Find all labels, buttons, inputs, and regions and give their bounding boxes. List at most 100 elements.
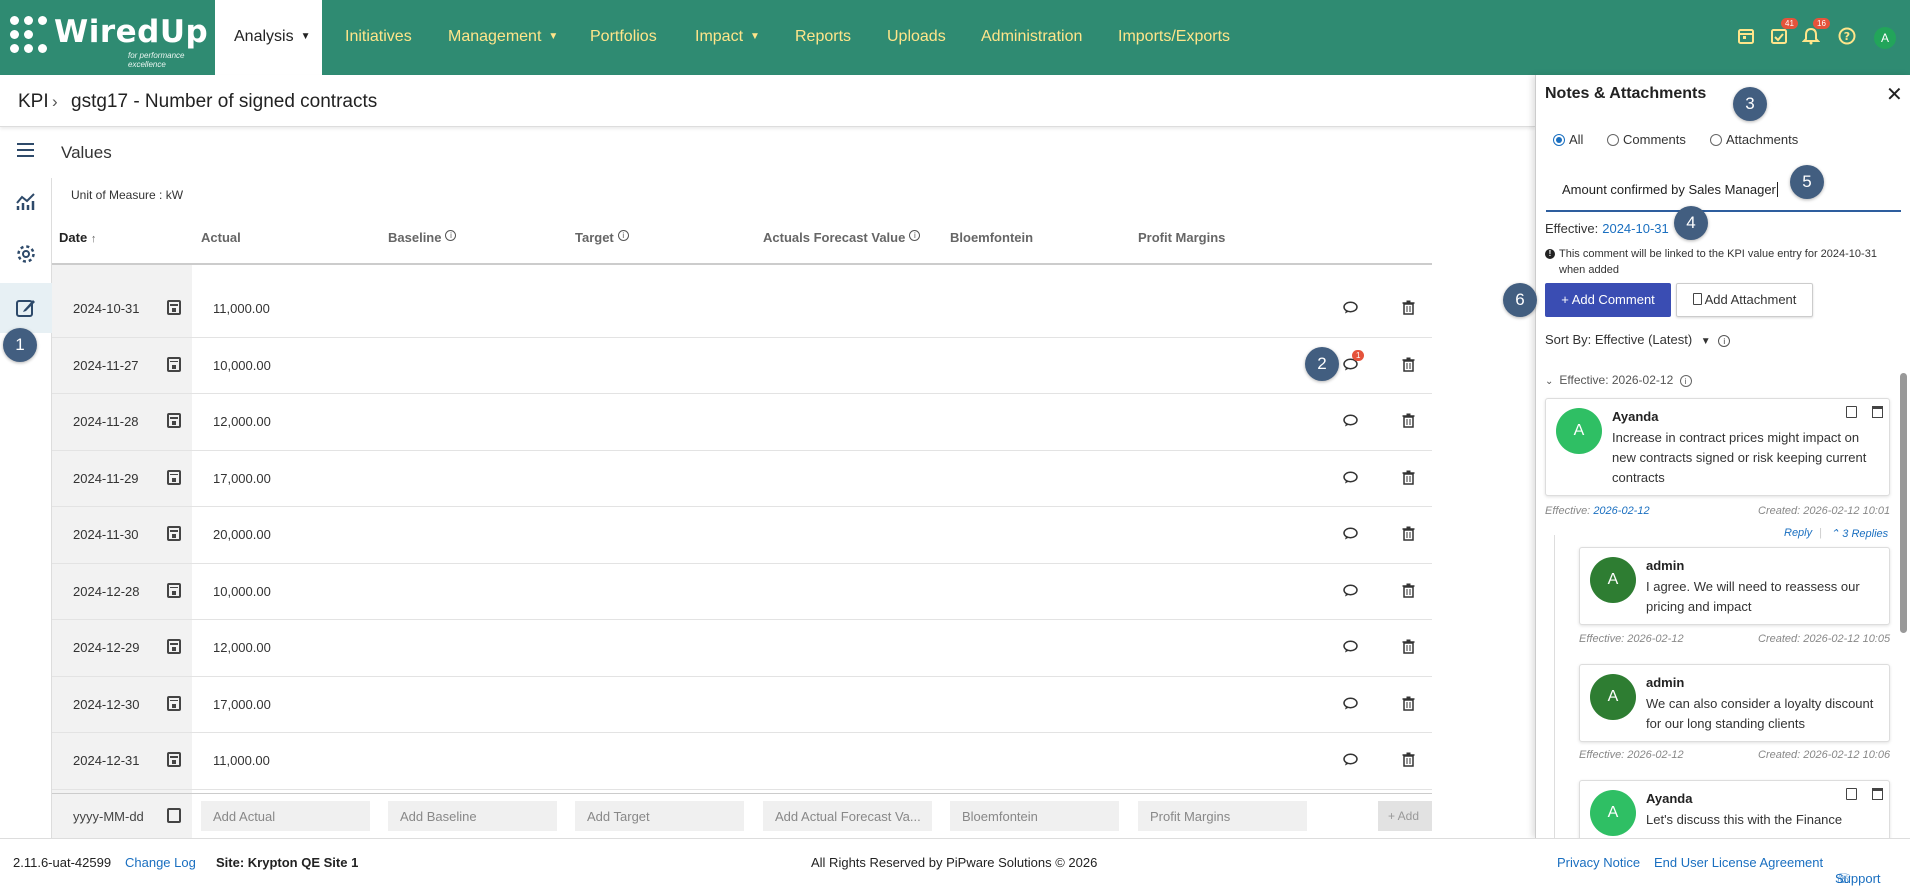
user-avatar[interactable]: A [1874,27,1896,49]
calendar-icon[interactable] [167,413,181,428]
bell-icon[interactable]: 16 [1801,18,1830,47]
info-icon[interactable]: i [1718,335,1731,347]
nav-tab-administration[interactable]: Administration [981,0,1082,75]
calendar-icon[interactable] [167,808,181,823]
row-actual[interactable]: 11,000.00 [213,753,270,768]
hamburger-menu-icon[interactable] [17,143,34,157]
trash-icon[interactable] [1402,639,1415,654]
nav-tab-imports-exports[interactable]: Imports/Exports [1118,0,1230,75]
comment-icon[interactable] [1343,527,1358,540]
comment-icon[interactable] [1343,414,1358,427]
calendar-icon[interactable] [167,469,181,485]
info-icon[interactable]: i [445,230,457,241]
chart-icon[interactable] [14,189,38,213]
row-actual[interactable]: 12,000.00 [213,640,271,655]
gear-icon[interactable] [14,242,38,266]
calendar-icon[interactable] [167,695,181,711]
effective-date-link[interactable]: 2024-10-31 [1602,221,1669,236]
nav-tab-initiatives[interactable]: Initiatives [345,0,412,75]
task-check-icon[interactable]: 41 [1770,18,1798,47]
trash-icon[interactable] [1402,752,1415,767]
row-actual[interactable]: 12,000.00 [213,414,271,429]
row-date[interactable]: 2024-11-30 [73,527,139,542]
reply-link[interactable]: Reply [1784,527,1812,539]
breadcrumb-kpi[interactable]: KPI [18,91,49,113]
changelog-link[interactable]: Change Log [125,855,196,870]
panel-scrollbar[interactable] [1900,373,1907,633]
nav-tab-reports[interactable]: Reports [795,0,851,75]
row-date[interactable]: 2024-11-28 [73,414,139,429]
header-date[interactable]: Date ↑ [59,230,96,245]
trash-icon[interactable] [1402,470,1415,485]
calendar-icon[interactable] [167,582,181,598]
calendar-icon[interactable] [167,356,181,372]
row-actual[interactable]: 10,000.00 [213,358,271,373]
close-icon[interactable]: ✕ [1886,82,1903,107]
row-actual[interactable]: 17,000.00 [213,697,271,712]
nav-tab-management[interactable]: Management ▼ [448,0,558,75]
filter-all-radio[interactable]: All [1553,132,1583,147]
comment-input[interactable]: Amount confirmed by Sales Manager [1546,167,1901,212]
nav-tab-impact[interactable]: Impact ▼ [695,0,760,75]
info-icon[interactable]: i [909,230,921,241]
bloemfontein-input[interactable]: Bloemfontein [950,801,1119,831]
add-attachment-button[interactable]: Add Attachment [1676,283,1813,317]
trash-icon[interactable] [1402,357,1415,372]
edit-icon[interactable] [14,296,38,320]
trash-icon[interactable] [1402,696,1415,711]
row-date[interactable]: 2024-11-29 [73,471,139,486]
calendar-icon[interactable] [167,752,181,767]
filter-comments-radio[interactable]: Comments [1607,132,1686,147]
row-date[interactable]: 2024-12-29 [73,640,140,655]
sort-dropdown[interactable]: Sort By: Effective (Latest) ▼ i [1545,332,1731,347]
calendar-icon[interactable] [1846,406,1857,418]
trash-icon[interactable] [1402,300,1415,315]
comment-icon[interactable] [1343,640,1358,653]
replies-toggle[interactable]: ⌃ 3 Replies [1830,527,1888,540]
comment-icon[interactable] [1343,584,1358,597]
calendar-icon[interactable] [167,639,181,654]
comment-icon[interactable] [1343,471,1358,484]
row-date[interactable]: 2024-10-31 [73,301,140,316]
comment-icon[interactable] [1343,697,1358,710]
new-date-input[interactable]: yyyy-MM-dd [73,809,144,824]
privacy-link[interactable]: Privacy Notice [1557,855,1640,870]
info-icon[interactable]: i [617,230,629,241]
row-date[interactable]: 2024-12-28 [73,584,140,599]
add-actual-input[interactable]: Add Actual [201,801,370,831]
trash-icon[interactable] [1872,788,1883,800]
trash-icon[interactable] [1402,583,1415,598]
trash-icon[interactable] [1402,526,1415,541]
nav-tab-portfolios[interactable]: Portfolios [590,0,657,75]
row-actual[interactable]: 11,000.00 [213,301,270,316]
row-actual[interactable]: 17,000.00 [213,471,271,486]
row-date[interactable]: 2024-12-30 [73,697,140,712]
eula-link[interactable]: End User License Agreement [1654,855,1823,870]
trash-icon[interactable] [1872,406,1883,418]
comment-icon[interactable] [1343,301,1358,314]
calendar-icon[interactable] [1846,788,1857,800]
add-row-button[interactable]: + Add [1378,801,1432,831]
add-target-input[interactable]: Add Target [575,801,744,831]
comment-icon[interactable] [1343,753,1358,766]
comment-effective-date[interactable]: 2026-02-12 [1593,505,1649,517]
wiredup-logo[interactable]: WiredUp for performance excellence [10,14,210,69]
group-header[interactable]: ⌄ Effective: 2026-02-12 i [1545,373,1692,387]
nav-tab-uploads[interactable]: Uploads [887,0,946,75]
info-icon[interactable]: i [1679,375,1692,387]
calendar-icon[interactable] [1737,27,1757,47]
add-forecast-input[interactable]: Add Actual Forecast Va... [763,801,932,831]
row-actual[interactable]: 20,000.00 [213,527,271,542]
calendar-icon[interactable] [167,300,181,315]
add-baseline-input[interactable]: Add Baseline [388,801,557,831]
add-comment-button[interactable]: + Add Comment [1545,283,1671,317]
calendar-icon[interactable] [167,526,181,541]
row-date[interactable]: 2024-11-27 [73,358,139,373]
row-actual[interactable]: 10,000.00 [213,584,271,599]
help-icon[interactable]: ? [1838,27,1858,47]
profit-margins-input[interactable]: Profit Margins [1138,801,1307,831]
filter-attachments-radio[interactable]: Attachments [1710,132,1798,147]
trash-icon[interactable] [1402,413,1415,428]
row-date[interactable]: 2024-12-31 [73,753,140,768]
nav-tab-analysis[interactable]: Analysis ▼ [215,0,322,75]
